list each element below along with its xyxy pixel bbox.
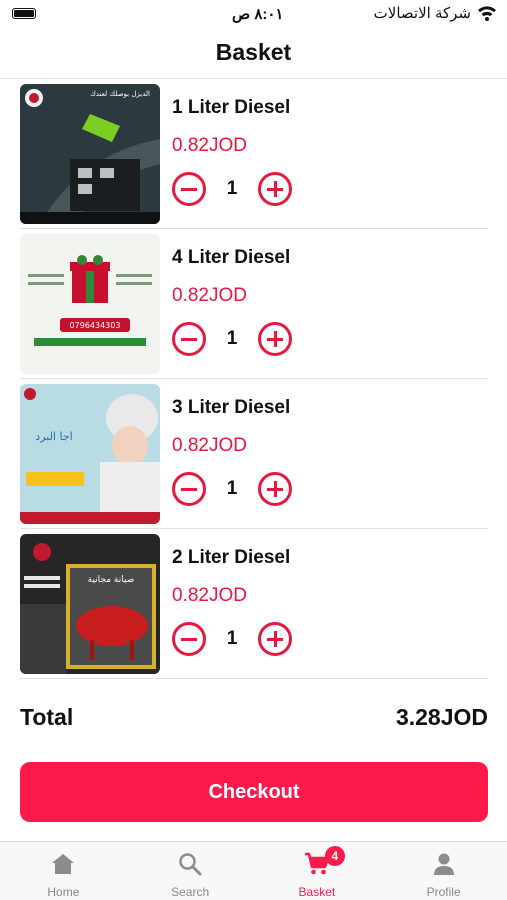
plus-icon bbox=[273, 631, 277, 647]
product-image: الديزل بوصلك لعندك bbox=[20, 84, 160, 224]
increase-quantity-button[interactable] bbox=[258, 472, 292, 506]
quantity-value: 1 bbox=[226, 628, 238, 649]
product-image: صيانة مجانية bbox=[20, 534, 160, 674]
total-row: Total 3.28JOD bbox=[20, 704, 488, 736]
increase-quantity-button[interactable] bbox=[258, 622, 292, 656]
search-icon bbox=[179, 853, 202, 876]
status-time: ٨:٠١ ص bbox=[232, 6, 284, 23]
total-amount: 3.28JOD bbox=[395, 704, 488, 730]
quantity-stepper: 1 bbox=[172, 471, 292, 507]
quantity-stepper: 1 bbox=[172, 621, 292, 657]
tab-basket[interactable]: 4 Basket bbox=[254, 842, 381, 900]
tab-label: Basket bbox=[298, 885, 336, 899]
product-image-text: صيانة مجانية bbox=[88, 575, 135, 585]
decrease-quantity-button[interactable] bbox=[172, 622, 206, 656]
item-price: 0.82JOD bbox=[172, 435, 247, 456]
quantity-value: 1 bbox=[226, 328, 238, 349]
basket-item: 0796434303 4 Liter Diesel 0.82JOD 1 bbox=[20, 229, 488, 379]
basket-item: اجا البرد 3 Liter Diesel 0.82JOD 1 bbox=[20, 379, 488, 529]
increase-quantity-button[interactable] bbox=[258, 322, 292, 356]
tab-profile[interactable]: Profile bbox=[380, 842, 507, 900]
basket-item: صيانة مجانية 2 Liter Diesel 0.82JOD 1 bbox=[20, 529, 488, 679]
quantity-stepper: 1 bbox=[172, 171, 292, 207]
decrease-quantity-button[interactable] bbox=[172, 472, 206, 506]
tab-search[interactable]: Search bbox=[127, 842, 254, 900]
item-price: 0.82JOD bbox=[172, 585, 247, 606]
tab-label: Profile bbox=[426, 885, 461, 899]
tab-label: Search bbox=[171, 885, 210, 899]
tab-home[interactable]: Home bbox=[0, 842, 127, 900]
carrier-name: شركة الاتصالات bbox=[373, 5, 471, 22]
decrease-quantity-button[interactable] bbox=[172, 172, 206, 206]
tab-label: Home bbox=[47, 885, 80, 899]
basket-item: الديزل بوصلك لعندك 1 Liter Diesel 0.82JO… bbox=[20, 79, 488, 229]
decrease-quantity-button[interactable] bbox=[172, 322, 206, 356]
home-icon bbox=[52, 854, 75, 874]
product-image-text: الديزل بوصلك لعندك bbox=[90, 90, 150, 98]
plus-icon bbox=[273, 181, 277, 197]
item-name: 2 Liter Diesel bbox=[172, 547, 291, 568]
product-image: اجا البرد bbox=[20, 384, 160, 524]
page-title: Basket bbox=[215, 39, 292, 65]
tab-bar: Home Search 4 Basket Profile bbox=[0, 841, 507, 900]
total-label: Total bbox=[20, 704, 74, 730]
battery-icon bbox=[12, 8, 36, 19]
quantity-value: 1 bbox=[226, 478, 238, 499]
product-image: 0796434303 bbox=[20, 234, 160, 374]
product-image-text: اجا البرد bbox=[35, 430, 72, 443]
minus-icon bbox=[181, 337, 197, 341]
plus-icon bbox=[273, 331, 277, 347]
minus-icon bbox=[181, 187, 197, 191]
checkout-button[interactable]: Checkout bbox=[20, 762, 488, 822]
item-price: 0.82JOD bbox=[172, 285, 247, 306]
item-name: 1 Liter Diesel bbox=[172, 97, 291, 118]
page-header: Basket bbox=[0, 30, 507, 79]
minus-icon bbox=[181, 487, 197, 491]
item-price: 0.82JOD bbox=[172, 135, 247, 156]
product-image-text: 0796434303 bbox=[70, 321, 121, 330]
item-name: 3 Liter Diesel bbox=[172, 397, 291, 418]
cart-badge: 4 bbox=[324, 846, 345, 866]
quantity-value: 1 bbox=[226, 178, 238, 199]
status-bar: ٨:٠١ ص شركة الاتصالات bbox=[0, 0, 507, 30]
minus-icon bbox=[181, 637, 197, 641]
item-name: 4 Liter Diesel bbox=[172, 247, 291, 268]
quantity-stepper: 1 bbox=[172, 321, 292, 357]
wifi-icon bbox=[478, 6, 496, 21]
increase-quantity-button[interactable] bbox=[258, 172, 292, 206]
basket-list[interactable]: الديزل بوصلك لعندك 1 Liter Diesel 0.82JO… bbox=[0, 79, 507, 680]
plus-icon bbox=[273, 481, 277, 497]
profile-icon bbox=[433, 853, 454, 875]
